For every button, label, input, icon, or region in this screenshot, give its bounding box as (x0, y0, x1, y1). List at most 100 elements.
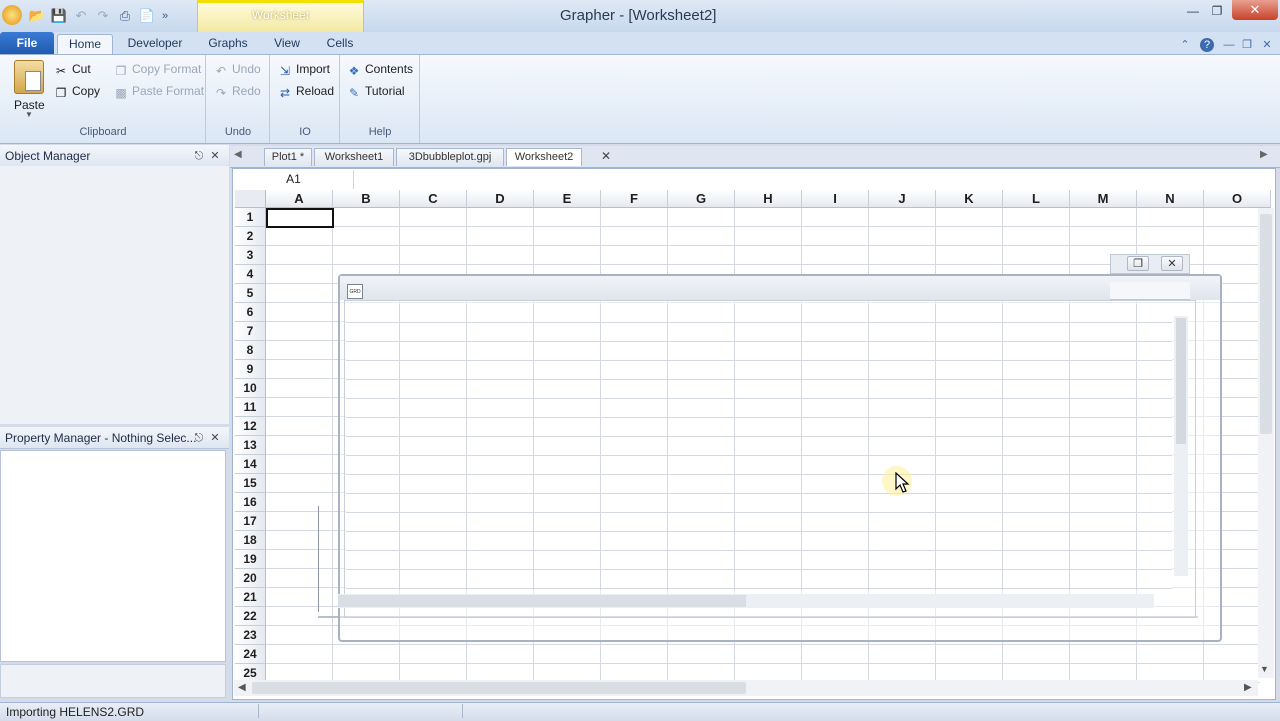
row-header-23[interactable]: 23 (235, 626, 266, 645)
selected-cell-a1[interactable] (266, 208, 334, 228)
pin-icon[interactable]: ⎋ (192, 431, 206, 445)
tab-cells[interactable]: Cells (318, 34, 362, 54)
property-manager-close-icon[interactable]: ✕ (208, 431, 222, 445)
contents-button[interactable]: ❖ Contents (347, 60, 413, 78)
column-header-k[interactable]: K (936, 190, 1003, 208)
row-header-6[interactable]: 6 (235, 303, 266, 322)
scroll-down-icon[interactable]: ▼ (1260, 664, 1269, 674)
child-vertical-scroll-thumb[interactable] (1176, 318, 1186, 444)
object-manager-body[interactable] (0, 166, 229, 424)
redo-icon[interactable]: ↷ (94, 7, 112, 25)
close-tab-icon[interactable]: ✕ (601, 149, 611, 163)
scroll-left-icon[interactable]: ◀ (238, 682, 246, 693)
column-header-e[interactable]: E (534, 190, 601, 208)
row-header-3[interactable]: 3 (235, 246, 266, 265)
child-window-title-bar[interactable] (340, 276, 1220, 300)
tab-view[interactable]: View (266, 34, 308, 54)
row-header-16[interactable]: 16 (235, 493, 266, 512)
ribbon-collapse-icon[interactable]: ⌃ (1178, 38, 1192, 52)
scroll-right-icon[interactable]: ▶ (1244, 682, 1252, 693)
column-header-f[interactable]: F (601, 190, 668, 208)
column-header-g[interactable]: G (668, 190, 735, 208)
row-header-24[interactable]: 24 (235, 645, 266, 664)
mdi-minimize-button[interactable]: — (1222, 38, 1236, 52)
minimize-button[interactable]: — (1180, 2, 1206, 20)
cut-button[interactable]: ✂ Cut (54, 60, 91, 78)
row-header-11[interactable]: 11 (235, 398, 266, 417)
row-header-5[interactable]: 5 (235, 284, 266, 303)
copy-button[interactable]: ❐ Copy (54, 82, 100, 100)
row-header-14[interactable]: 14 (235, 455, 266, 474)
tab-graphs[interactable]: Graphs (200, 34, 256, 54)
horizontal-scroll-thumb[interactable] (252, 682, 746, 694)
tab-home[interactable]: Home (57, 34, 113, 54)
mdi-restore-button[interactable]: ❐ (1240, 38, 1254, 52)
close-window-button[interactable]: ✕ (1232, 0, 1278, 20)
formula-bar[interactable] (355, 170, 1275, 189)
save-icon[interactable]: 💾 (50, 7, 68, 25)
row-header-20[interactable]: 20 (235, 569, 266, 588)
row-header-10[interactable]: 10 (235, 379, 266, 398)
column-header-c[interactable]: C (400, 190, 467, 208)
row-header-4[interactable]: 4 (235, 265, 266, 284)
mdi-close-button[interactable]: ✕ (1260, 38, 1274, 52)
row-header-18[interactable]: 18 (235, 531, 266, 550)
new-document-icon[interactable]: 📄 (138, 7, 156, 25)
app-logo-icon[interactable] (2, 5, 22, 25)
tab-scroll-right-icon[interactable]: ▶ (1260, 149, 1268, 160)
reload-button[interactable]: ⇄ Reload (278, 82, 334, 100)
row-header-1[interactable]: 1 (235, 208, 266, 227)
paste-dropdown-icon[interactable]: ▼ (25, 110, 33, 119)
maximize-button[interactable]: ❐ (1204, 2, 1230, 20)
pin-icon[interactable]: ⎋ (192, 149, 206, 163)
paste-format-button[interactable]: ▩ Paste Format (114, 82, 204, 100)
doc-tab-plot1[interactable]: Plot1 * (264, 148, 312, 166)
child-horizontal-scroll-thumb[interactable] (338, 595, 746, 607)
doc-tab-worksheet2[interactable]: Worksheet2 (506, 148, 582, 166)
row-header-9[interactable]: 9 (235, 360, 266, 379)
copy-format-button[interactable]: ❐ Copy Format (114, 60, 202, 78)
quick-access-overflow[interactable]: » (156, 7, 174, 25)
tab-scroll-left-icon[interactable]: ◀ (234, 149, 242, 160)
tab-file[interactable]: File (0, 32, 54, 54)
column-header-n[interactable]: N (1137, 190, 1204, 208)
column-header-h[interactable]: H (735, 190, 802, 208)
child-restore-button[interactable]: ❐ (1127, 256, 1149, 271)
child-close-button[interactable]: ✕ (1161, 256, 1183, 271)
redo-button[interactable]: ↷ Redo (214, 82, 261, 100)
row-header-2[interactable]: 2 (235, 227, 266, 246)
select-all-corner[interactable] (235, 190, 266, 208)
column-header-o[interactable]: O (1204, 190, 1271, 208)
row-header-21[interactable]: 21 (235, 588, 266, 607)
import-button[interactable]: ⇲ Import (278, 60, 330, 78)
column-header-m[interactable]: M (1070, 190, 1137, 208)
undo-button[interactable]: ↶ Undo (214, 60, 261, 78)
row-header-22[interactable]: 22 (235, 607, 266, 626)
open-folder-icon[interactable]: 📂 (28, 7, 46, 25)
object-manager-close-icon[interactable]: ✕ (208, 149, 222, 163)
vertical-scroll-thumb[interactable] (1260, 214, 1272, 434)
tutorial-button[interactable]: ✎ Tutorial (347, 82, 405, 100)
help-icon[interactable]: ? (1200, 38, 1214, 52)
doc-tab-worksheet1[interactable]: Worksheet1 (314, 148, 394, 166)
column-header-j[interactable]: J (869, 190, 936, 208)
paste-icon[interactable] (14, 60, 44, 94)
tab-developer[interactable]: Developer (120, 34, 190, 54)
print-icon[interactable]: ⎙ (116, 7, 134, 25)
column-header-b[interactable]: B (333, 190, 400, 208)
undo-icon[interactable]: ↶ (72, 7, 90, 25)
row-header-19[interactable]: 19 (235, 550, 266, 569)
column-header-i[interactable]: I (802, 190, 869, 208)
row-header-8[interactable]: 8 (235, 341, 266, 360)
column-header-l[interactable]: L (1003, 190, 1070, 208)
row-header-12[interactable]: 12 (235, 417, 266, 436)
row-header-13[interactable]: 13 (235, 436, 266, 455)
property-manager-body[interactable] (0, 450, 226, 662)
column-header-a[interactable]: A (266, 190, 333, 208)
row-header-15[interactable]: 15 (235, 474, 266, 493)
doc-tab-3dbubbleplot[interactable]: 3Dbubbleplot.gpj (396, 148, 504, 166)
cell-reference-box[interactable]: A1 (234, 170, 354, 189)
row-header-7[interactable]: 7 (235, 322, 266, 341)
row-header-17[interactable]: 17 (235, 512, 266, 531)
column-header-d[interactable]: D (467, 190, 534, 208)
